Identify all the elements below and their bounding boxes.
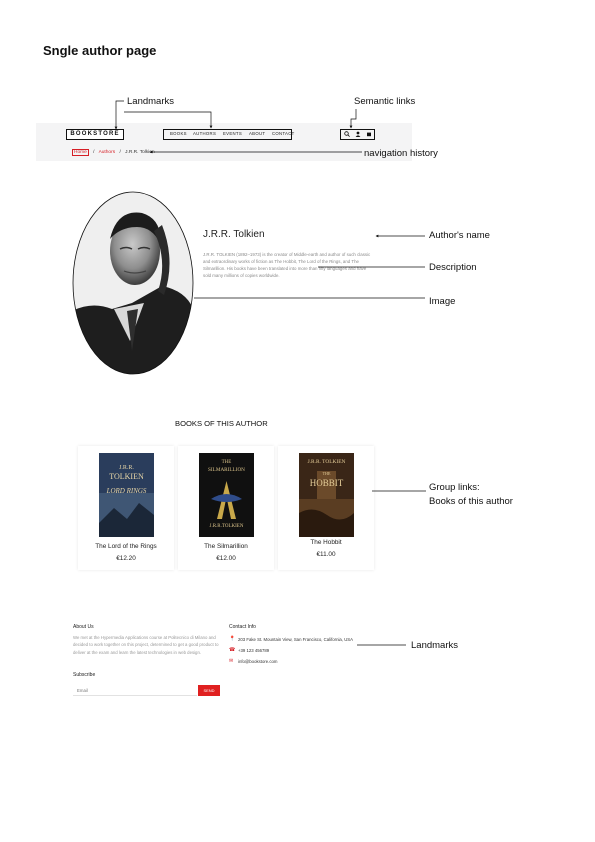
annotation-authors-name: Author's name: [429, 230, 490, 241]
annotation-semantic-links: Semantic links: [354, 96, 416, 107]
annotation-landmarks-bottom: Landmarks: [411, 640, 458, 651]
annotation-navigation-history: navigation history: [364, 148, 438, 159]
annotation-landmarks-top: Landmarks: [127, 96, 174, 107]
annotation-books-of-author: Books of this author: [429, 496, 513, 507]
annotation-group-links: Group links:: [429, 482, 480, 493]
annotation-connectors: [114, 100, 426, 646]
annotation-description: Description: [429, 262, 477, 273]
annotation-image: Image: [429, 296, 456, 307]
